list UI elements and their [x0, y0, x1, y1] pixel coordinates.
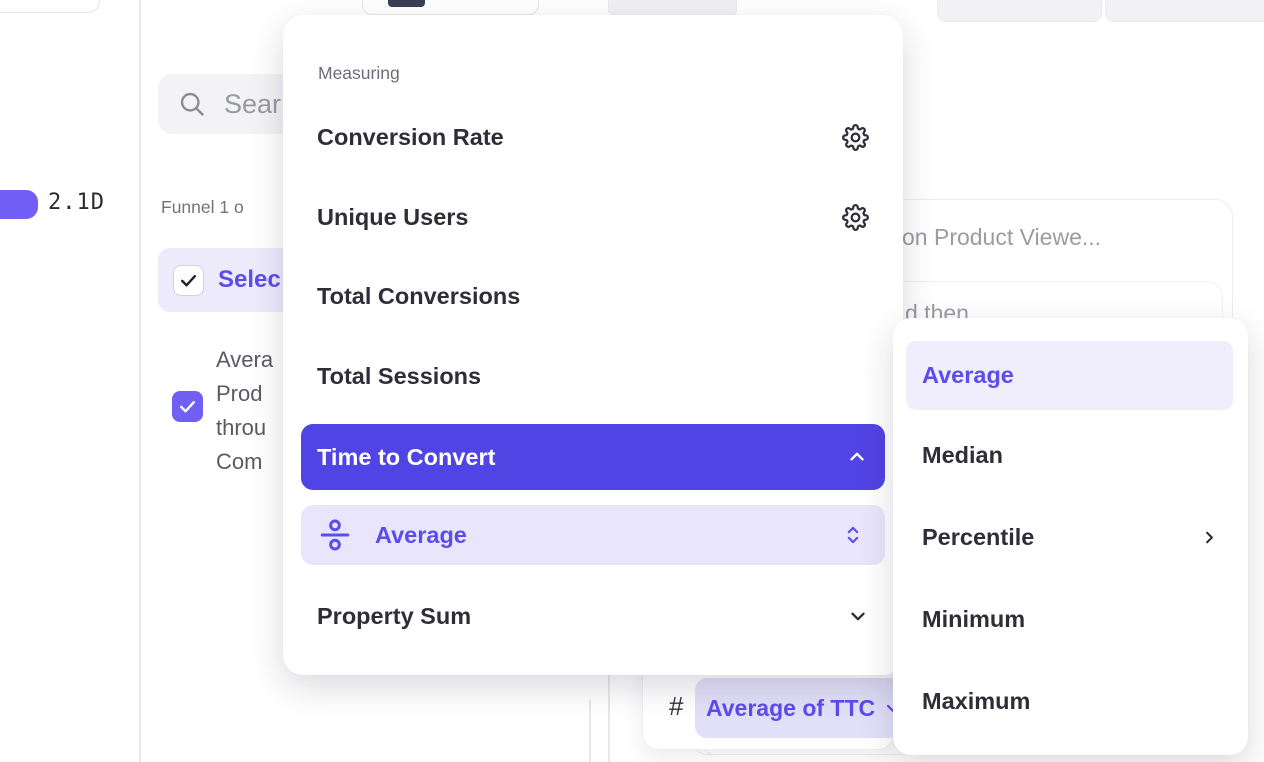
chevron-down-icon: [847, 605, 869, 627]
gear-icon[interactable]: [842, 204, 869, 231]
funnel-builder-screen: 2.1D Sear Funnel 1 o Selec Avera Prod th…: [0, 0, 1264, 762]
search-placeholder: Sear: [224, 89, 281, 120]
chevron-right-icon: [1200, 528, 1219, 547]
menu-subitem-label: Average: [375, 522, 843, 549]
top-left-card-fragment: [0, 0, 100, 13]
metric-description-line: Com: [216, 445, 273, 479]
aggregation-menu: Average Median Percentile Minimum Maximu…: [893, 318, 1248, 755]
menu-subitem-ttc-aggregation[interactable]: Average: [301, 505, 885, 565]
menu-item-time-to-convert[interactable]: Time to Convert: [301, 424, 885, 490]
agg-item-average[interactable]: Average: [906, 341, 1233, 410]
menu-item-label: Time to Convert: [317, 444, 495, 471]
menu-item-label: Conversion Rate: [317, 124, 504, 151]
metric-checkbox[interactable]: [172, 391, 203, 422]
menu-item-property-sum[interactable]: Property Sum: [283, 589, 903, 643]
funnel-bar-fragment: [0, 190, 38, 219]
menu-item-label: Unique Users: [317, 204, 469, 231]
bottom-gutter-divider-right: [608, 673, 610, 762]
numeric-type-symbol: #: [669, 691, 683, 722]
metric-description-line: throu: [216, 411, 273, 445]
select-all-checkbox[interactable]: [173, 265, 204, 296]
measuring-menu-title: Measuring: [318, 63, 400, 84]
agg-item-minimum[interactable]: Minimum: [893, 591, 1248, 647]
left-column-divider: [139, 0, 141, 762]
top-toolbar-toggle-fragment: [388, 0, 425, 7]
menu-item-conversion-rate[interactable]: Conversion Rate: [283, 110, 903, 164]
chevron-up-down-icon: [843, 523, 863, 547]
chevron-up-icon: [846, 446, 868, 468]
agg-item-maximum[interactable]: Maximum: [893, 673, 1248, 729]
agg-item-label: Maximum: [922, 688, 1030, 715]
gear-icon[interactable]: [842, 124, 869, 151]
top-tab-fragment-b: [937, 0, 1102, 22]
funnel-counter-label: Funnel 1 o: [161, 197, 244, 218]
metric-description-line: Avera: [216, 343, 273, 377]
metric-chip-dropdown[interactable]: Average of TTC: [695, 678, 907, 738]
agg-item-label: Minimum: [922, 606, 1025, 633]
checkmark-icon: [178, 397, 197, 416]
step-event-label: on Product Viewe...: [902, 224, 1101, 251]
average-icon: [317, 517, 353, 553]
menu-item-label: Property Sum: [317, 603, 471, 630]
menu-item-unique-users[interactable]: Unique Users: [283, 190, 903, 244]
top-tab-fragment-c: [1105, 0, 1264, 22]
menu-item-label: Total Conversions: [317, 283, 520, 310]
metric-description-line: Prod: [216, 377, 273, 411]
menu-item-total-conversions[interactable]: Total Conversions: [283, 269, 903, 323]
measuring-menu: Measuring Conversion Rate Unique Users T…: [283, 15, 903, 675]
funnel-duration-label: 2.1D: [48, 190, 105, 215]
menu-item-total-sessions[interactable]: Total Sessions: [283, 349, 903, 403]
agg-item-label: Median: [922, 442, 1003, 469]
metric-description: Avera Prod throu Com: [216, 343, 273, 479]
checkmark-icon: [179, 271, 198, 290]
metric-chip-label: Average of TTC: [706, 695, 875, 722]
menu-item-label: Total Sessions: [317, 363, 481, 390]
agg-item-median[interactable]: Median: [893, 427, 1248, 483]
agg-item-percentile[interactable]: Percentile: [893, 509, 1248, 565]
agg-item-label: Percentile: [922, 524, 1034, 551]
agg-item-label: Average: [922, 362, 1014, 389]
search-icon: [178, 90, 206, 118]
bottom-gutter-divider-left: [589, 700, 591, 762]
select-all-label: Selec: [218, 266, 281, 294]
